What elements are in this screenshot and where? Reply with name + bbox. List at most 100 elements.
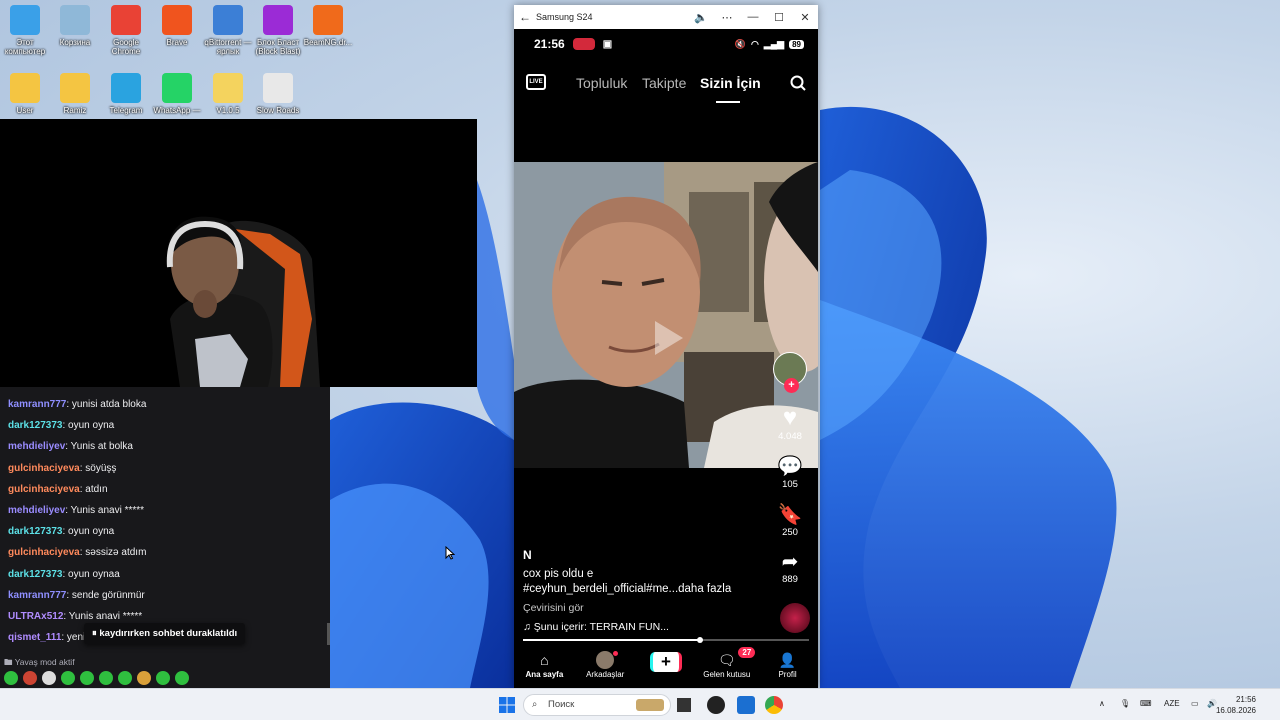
creator-name[interactable]: N — [523, 548, 532, 562]
music-info[interactable]: ♫ Şunu içerir: TERRAIN FUN... — [523, 621, 669, 633]
tab-sizin-icin[interactable]: Sizin İçin — [700, 75, 761, 91]
status-time: 21:56 — [534, 37, 565, 51]
taskbar-clock[interactable]: 21:56 16.08.2026 — [1216, 694, 1256, 716]
emote[interactable] — [42, 671, 56, 685]
chat-message: dark127373: oyun oyna — [8, 526, 114, 537]
language-indicator[interactable]: AZE — [1164, 699, 1180, 708]
play-icon[interactable] — [651, 319, 685, 357]
creator-avatar[interactable]: + — [773, 352, 807, 393]
chat-paused-banner[interactable]: ⏸ kaydırırken sohbet duraklatıldı — [84, 623, 246, 644]
emote[interactable] — [80, 671, 94, 685]
save-action[interactable]: 🔖 250 — [770, 503, 810, 538]
chat-username[interactable]: dark127373 — [8, 526, 63, 537]
network-icon[interactable]: ▭ — [1191, 699, 1199, 708]
nav-home[interactable]: ⌂ Ana sayfa — [514, 645, 575, 688]
emote[interactable] — [4, 671, 18, 685]
desktop-icon[interactable]: Ramiz — [47, 73, 103, 115]
taskbar-search[interactable]: ⌕ Поиск — [523, 694, 671, 716]
tray-chevron-icon[interactable]: ∧ — [1099, 699, 1105, 708]
window-titlebar[interactable]: ← Samsung S24 🔈 ⋯ — ☐ ✕ — [514, 5, 818, 29]
chat-text: : Yunis anavi ***** — [63, 611, 143, 622]
chat-username[interactable]: ULTRAx512 — [8, 611, 63, 622]
chat-username[interactable]: qismet_111 — [8, 632, 61, 643]
desktop-icon[interactable]: qBittorrent — ярлык — [200, 5, 256, 56]
share-action[interactable]: ➦ 889 — [770, 550, 810, 585]
desktop-icon[interactable]: Google Chrome — [98, 5, 154, 56]
caption-hashtags[interactable]: #ceyhun_berdeli_official#me...daha fazla — [523, 583, 731, 595]
heart-icon[interactable]: ♥ — [770, 405, 810, 431]
desktop-icon[interactable]: User — [0, 73, 53, 115]
emote[interactable] — [99, 671, 113, 685]
desktop-icon[interactable]: Этот компьютер — [0, 5, 53, 56]
minimize-button[interactable]: — — [740, 11, 766, 23]
progress-knob[interactable] — [697, 637, 704, 643]
screen-record-icon — [572, 38, 595, 50]
desktop-icon[interactable]: Slow Roads — [250, 73, 306, 115]
nav-inbox[interactable]: 🗨 27 Gelen kutusu — [696, 645, 757, 688]
chat-username[interactable]: kamrann777 — [8, 590, 66, 601]
hashtags-text[interactable]: #ceyhun_berdeli_official#me... — [523, 583, 678, 595]
follow-plus-icon[interactable]: + — [784, 378, 799, 393]
desktop-icon[interactable]: Telegram — [98, 73, 154, 115]
emote[interactable] — [23, 671, 37, 685]
stream-chat[interactable]: kamrann777: yunisi atda bloka dark127373:… — [0, 387, 330, 688]
profile-icon: 👤 — [778, 651, 797, 668]
back-arrow-icon[interactable]: ← — [514, 10, 536, 24]
more-options-icon[interactable]: ⋯ — [714, 11, 740, 24]
keyboard-icon[interactable]: ⌨ — [1140, 699, 1152, 708]
chrome-icon[interactable] — [765, 696, 783, 714]
live-icon[interactable]: LIVE — [526, 74, 546, 90]
comment-action[interactable]: 💬 105 — [770, 455, 810, 490]
desktop-icon[interactable]: Корзина — [47, 5, 103, 47]
chat-username[interactable]: mehdieliyev — [8, 505, 65, 516]
chat-username[interactable]: kamrann777 — [8, 399, 66, 410]
emote[interactable] — [156, 671, 170, 685]
nav-create[interactable]: + — [636, 645, 697, 688]
share-icon[interactable]: ➦ — [770, 550, 810, 574]
chat-username[interactable]: gulcinhaciyeva — [8, 484, 80, 495]
desktop-icon-label: Slow Roads — [256, 106, 300, 115]
music-disc-icon[interactable] — [780, 603, 810, 633]
chat-username[interactable]: dark127373 — [8, 420, 63, 431]
desktop-icon-label: Ramiz — [63, 106, 87, 115]
chat-username[interactable]: dark127373 — [8, 569, 63, 580]
start-windows-icon[interactable] — [498, 696, 516, 714]
desktop-icon[interactable]: Brave — [149, 5, 205, 47]
desktop-icon[interactable]: V1.0.5 — [200, 73, 256, 115]
create-plus-icon[interactable]: + — [649, 652, 682, 672]
comment-icon[interactable]: 💬 — [770, 455, 810, 479]
desktop-icon[interactable]: Блок Бласт (Block Blast) — [250, 5, 306, 56]
search-icon[interactable] — [790, 75, 806, 91]
like-action[interactable]: ♥ 4.048 — [770, 405, 810, 443]
app-icon[interactable] — [737, 696, 755, 714]
volume-icon[interactable]: 🔈 — [688, 11, 714, 24]
app-icon[interactable] — [707, 696, 725, 714]
emote[interactable] — [61, 671, 75, 685]
tab-topluluk[interactable]: Topluluk — [576, 75, 627, 91]
maximize-button[interactable]: ☐ — [766, 11, 792, 24]
creator-avatar-block[interactable]: + — [770, 352, 810, 393]
emote[interactable] — [175, 671, 189, 685]
desktop-icon[interactable]: WhatsApp — ... — [149, 73, 205, 124]
chat-username[interactable]: mehdieliyev — [8, 441, 65, 452]
chat-message: kamrann777: yunisi atda bloka — [8, 399, 146, 410]
emote[interactable] — [137, 671, 151, 685]
chat-username[interactable]: gulcinhaciyeva — [8, 463, 80, 474]
translate-link[interactable]: Çevirisini gör — [523, 602, 584, 614]
chat-message: gulcinhaciyeva: söyüşş — [8, 463, 116, 474]
chat-username[interactable]: gulcinhaciyeva — [8, 547, 80, 558]
emote[interactable] — [118, 671, 132, 685]
microphone-icon[interactable]: 🎙 — [1120, 699, 1130, 708]
tab-takipte[interactable]: Takipte — [642, 75, 686, 91]
nav-friends[interactable]: Arkadaşlar — [575, 645, 636, 688]
close-button[interactable]: ✕ — [792, 11, 818, 24]
see-more-link[interactable]: daha fazla — [678, 583, 731, 595]
video-progress-bar[interactable] — [523, 637, 809, 643]
desktop-icon[interactable]: BeamNG.dr... — [300, 5, 356, 47]
task-view-icon[interactable] — [677, 698, 691, 712]
chat-scrollbar[interactable] — [327, 623, 330, 645]
slow-mode-label: Yavaş mod aktif — [14, 657, 75, 667]
nav-profile[interactable]: 👤 Profil — [757, 645, 818, 688]
comment-count: 105 — [782, 479, 798, 490]
bookmark-icon[interactable]: 🔖 — [770, 503, 810, 527]
